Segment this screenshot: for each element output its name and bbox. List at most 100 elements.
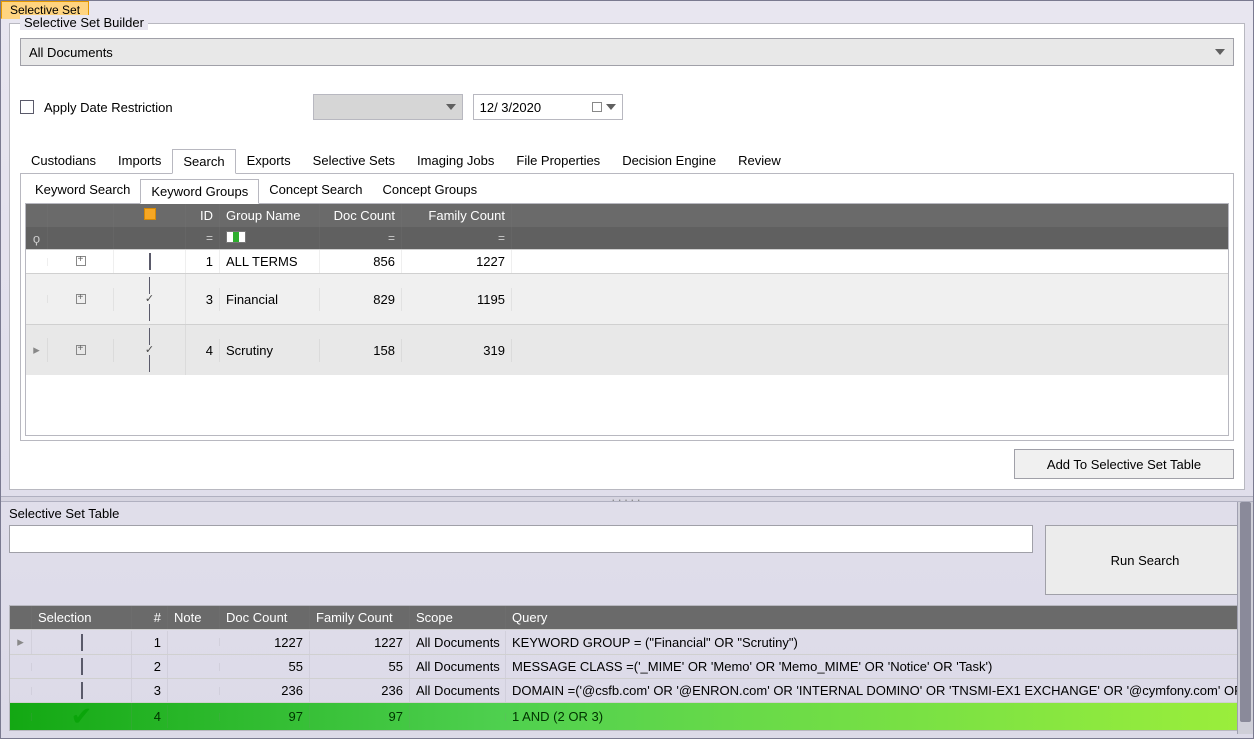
cell-doc: 829 (320, 288, 402, 311)
cell-query: KEYWORD GROUP = ("Financial" OR "Scrutin… (506, 631, 1244, 654)
cell-num: 3 (132, 679, 168, 702)
cell-fam: 1227 (402, 250, 512, 273)
tab-decision-engine[interactable]: Decision Engine (611, 148, 727, 173)
builder-legend: Selective Set Builder (20, 15, 148, 30)
row-checkbox[interactable] (81, 634, 83, 651)
selective-set-search-input[interactable] (9, 525, 1033, 553)
table-row[interactable]: 3 Financial 829 1195 (26, 273, 1228, 324)
add-to-selective-set-button[interactable]: Add To Selective Set Table (1014, 449, 1234, 479)
builder-tabs: Custodians Imports Search Exports Select… (20, 148, 1234, 173)
tab-imports[interactable]: Imports (107, 148, 172, 173)
tab-search[interactable]: Search (172, 149, 235, 174)
search-tabbody: Keyword Search Keyword Groups Concept Se… (20, 173, 1234, 441)
tab-file-properties[interactable]: File Properties (505, 148, 611, 173)
selective-set-table-grid: Selection # Note Doc Count Family Count … (9, 605, 1245, 731)
run-search-button[interactable]: Run Search (1045, 525, 1245, 595)
cell-fam: 97 (310, 705, 410, 728)
keyword-groups-grid: ID Group Name Doc Count Family Count ϙ =… (25, 203, 1229, 436)
tab-custodians[interactable]: Custodians (20, 148, 107, 173)
select-all-cell[interactable] (114, 204, 186, 227)
cell-id: 1 (186, 250, 220, 273)
expand-icon[interactable] (76, 256, 86, 266)
row-checkbox[interactable] (120, 277, 179, 321)
row-checkbox[interactable] (120, 328, 179, 372)
date-restriction-row: Apply Date Restriction 12/ 3/2020 (20, 94, 1234, 120)
cell-query: MESSAGE CLASS =('_MIME' OR 'Memo' OR 'Me… (506, 655, 1244, 678)
cell-note (168, 663, 220, 671)
row-checkbox[interactable] (81, 658, 83, 675)
grid-header-row: ID Group Name Doc Count Family Count (26, 204, 1228, 227)
cell-num: 1 (132, 631, 168, 654)
grid-filter-row[interactable]: ϙ = = = (26, 227, 1228, 249)
tab-exports[interactable]: Exports (236, 148, 302, 173)
tab-review[interactable]: Review (727, 148, 792, 173)
apply-date-label: Apply Date Restriction (44, 100, 173, 115)
col-num[interactable]: # (132, 606, 168, 629)
scope-value: All Documents (29, 45, 113, 60)
row-checkbox[interactable] (149, 253, 151, 270)
select-all-icon (144, 208, 156, 220)
cell-query: 1 AND (2 OR 3) (506, 705, 1244, 728)
chevron-down-icon (606, 104, 616, 110)
subtab-keyword-groups[interactable]: Keyword Groups (140, 179, 259, 204)
table-row[interactable]: ▸ 4 Scrutiny 158 319 (26, 324, 1228, 375)
col-doc-count[interactable]: Doc Count (320, 204, 402, 227)
tab-imaging-jobs[interactable]: Imaging Jobs (406, 148, 505, 173)
cell-scope: All Documents (410, 631, 506, 654)
table-row[interactable]: 1 ALL TERMS 856 1227 (26, 249, 1228, 273)
scrollbar-thumb[interactable] (1240, 502, 1251, 722)
date-from-picker (313, 94, 463, 120)
table-row[interactable]: ✔ 4 97 97 1 AND (2 OR 3) (10, 702, 1244, 730)
expand-icon[interactable] (76, 345, 86, 355)
cell-name: Scrutiny (220, 339, 320, 362)
row-checkbox[interactable] (81, 682, 83, 699)
expand-icon[interactable] (76, 294, 86, 304)
cell-num: 4 (132, 705, 168, 728)
date-to-value: 12/ 3/2020 (480, 100, 541, 115)
col-id[interactable]: ID (186, 204, 220, 227)
cell-fam: 319 (402, 339, 512, 362)
text-filter-icon (226, 231, 246, 243)
cell-scope: All Documents (410, 655, 506, 678)
col-doc-count[interactable]: Doc Count (220, 606, 310, 629)
calendar-icon (592, 102, 602, 112)
col-family-count[interactable]: Family Count (402, 204, 512, 227)
col-family-count[interactable]: Family Count (310, 606, 410, 629)
col-selection[interactable]: Selection (32, 606, 132, 629)
cell-query: DOMAIN =('@csfb.com' OR '@ENRON.com' OR … (506, 679, 1244, 702)
table-row[interactable]: ▸ 1 1227 1227 All Documents KEYWORD GROU… (10, 629, 1244, 654)
subtab-keyword-search[interactable]: Keyword Search (25, 178, 140, 203)
subtab-concept-groups[interactable]: Concept Groups (372, 178, 487, 203)
cell-name: ALL TERMS (220, 250, 320, 273)
cell-id: 4 (186, 339, 220, 362)
cell-fam: 55 (310, 655, 410, 678)
chevron-down-icon (1215, 49, 1225, 55)
cell-note (168, 638, 220, 646)
table-row[interactable]: 2 55 55 All Documents MESSAGE CLASS =('_… (10, 654, 1244, 678)
date-to-picker[interactable]: 12/ 3/2020 (473, 94, 623, 120)
cell-fam: 1195 (402, 288, 512, 311)
cell-scope: All Documents (410, 679, 506, 702)
subtab-concept-search[interactable]: Concept Search (259, 178, 372, 203)
cell-num: 2 (132, 655, 168, 678)
table-row[interactable]: 3 236 236 All Documents DOMAIN =('@csfb.… (10, 678, 1244, 702)
vertical-scrollbar[interactable] (1237, 502, 1253, 734)
tab-selective-sets[interactable]: Selective Sets (302, 148, 406, 173)
cell-doc: 55 (220, 655, 310, 678)
scope-dropdown[interactable]: All Documents (20, 38, 1234, 66)
table-legend: Selective Set Table (9, 506, 1245, 521)
apply-date-checkbox[interactable] (20, 100, 34, 114)
selective-set-table-panel: Selective Set Table Run Search Selection… (1, 502, 1253, 734)
col-group-name[interactable]: Group Name (220, 204, 320, 227)
col-note[interactable]: Note (168, 606, 220, 629)
cell-doc: 236 (220, 679, 310, 702)
selective-set-builder-panel: Selective Set Builder All Documents Appl… (9, 23, 1245, 490)
grid2-header-row: Selection # Note Doc Count Family Count … (10, 606, 1244, 629)
cell-doc: 856 (320, 250, 402, 273)
col-query[interactable]: Query (506, 606, 1244, 629)
cell-doc: 1227 (220, 631, 310, 654)
cell-scope (410, 713, 506, 721)
col-scope[interactable]: Scope (410, 606, 506, 629)
cell-note (168, 687, 220, 695)
cell-name: Financial (220, 288, 320, 311)
